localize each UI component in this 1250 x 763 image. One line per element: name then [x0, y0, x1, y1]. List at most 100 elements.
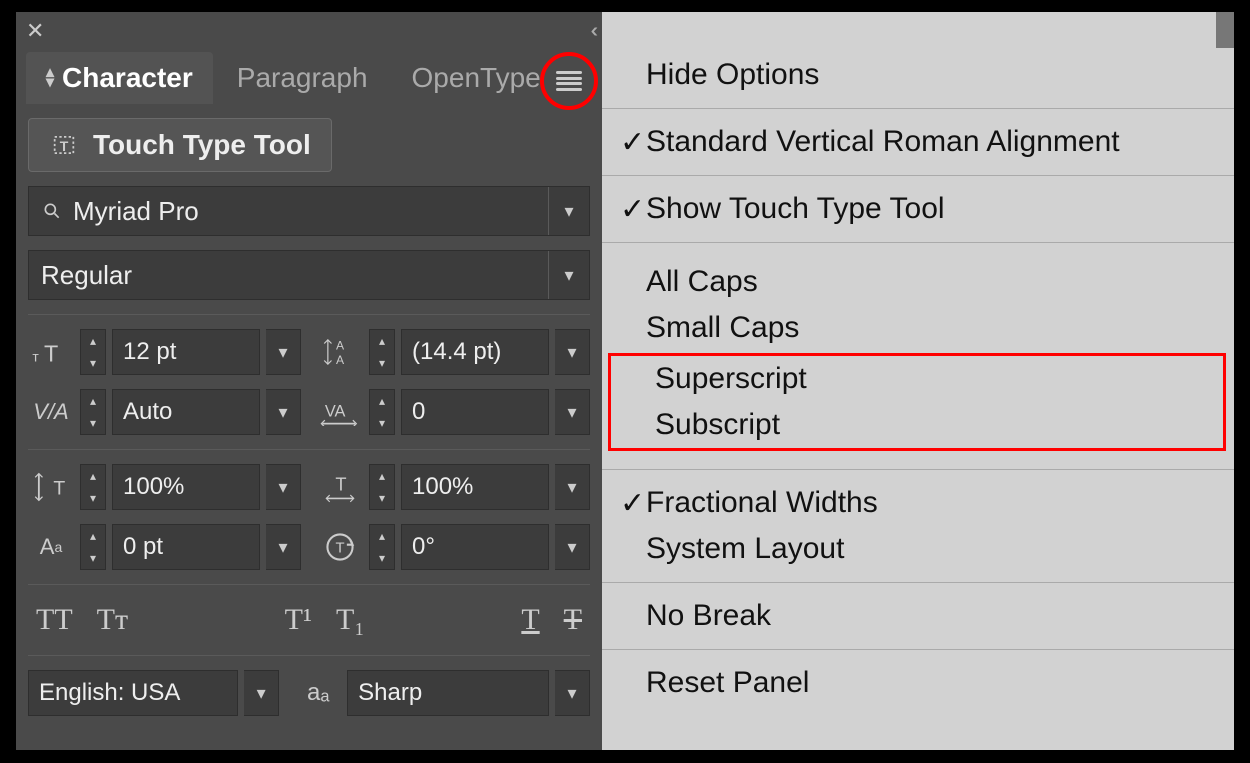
- font-size-stepper[interactable]: ▴▾: [80, 329, 106, 375]
- chevron-down-icon[interactable]: ▾: [555, 670, 590, 716]
- menu-item-all-caps[interactable]: All Caps: [602, 259, 1234, 305]
- menu-separator: [602, 582, 1234, 583]
- svg-text:VA: VA: [325, 403, 346, 421]
- menu-label: Small Caps: [646, 311, 799, 345]
- all-caps-toggle[interactable]: TT: [36, 603, 73, 637]
- vertical-scale-value[interactable]: 100%: [112, 464, 260, 510]
- touch-type-tool-label: Touch Type Tool: [93, 129, 311, 161]
- chevron-down-icon[interactable]: ▾: [555, 329, 590, 375]
- menu-item-superscript[interactable]: Superscript: [611, 356, 1223, 402]
- baseline-shift-stepper[interactable]: ▴▾: [80, 524, 106, 570]
- antialias-dropdown[interactable]: aₐ Sharp ▾: [295, 670, 590, 716]
- touch-type-tool-button[interactable]: T Touch Type Tool: [28, 118, 332, 172]
- horizontal-scale-value[interactable]: 100%: [401, 464, 549, 510]
- highlighted-region: Superscript Subscript: [608, 353, 1226, 451]
- panel-flyout-menu: Hide Options ✓ Standard Vertical Roman A…: [602, 12, 1234, 750]
- chevron-down-icon[interactable]: ▾: [555, 464, 590, 510]
- scrollbar-thumb[interactable]: [1216, 12, 1234, 48]
- font-style-dropdown[interactable]: Regular ▾: [28, 250, 590, 300]
- underline-toggle[interactable]: T: [521, 603, 539, 637]
- horizontal-scale-control: T ▴▾ 100% ▾: [317, 464, 590, 510]
- tab-opentype[interactable]: OpenType: [392, 52, 561, 104]
- kerning-control: V/A ▴▾ Auto ▾: [28, 389, 301, 435]
- leading-icon: A A: [317, 332, 363, 372]
- menu-item-no-break[interactable]: No Break: [602, 593, 1234, 639]
- menu-label: No Break: [646, 599, 771, 633]
- menu-separator: [602, 469, 1234, 470]
- menu-label: Fractional Widths: [646, 486, 878, 520]
- tracking-stepper[interactable]: ▴▾: [369, 389, 395, 435]
- antialias-value: Sharp: [347, 670, 549, 716]
- menu-item-hide-options[interactable]: Hide Options: [602, 52, 1234, 98]
- menu-label: Standard Vertical Roman Alignment: [646, 125, 1120, 159]
- menu-label: Show Touch Type Tool: [646, 192, 945, 226]
- chevron-down-icon[interactable]: ▾: [266, 389, 301, 435]
- menu-label: Hide Options: [646, 58, 819, 92]
- leading-stepper[interactable]: ▴▾: [369, 329, 395, 375]
- font-family-dropdown[interactable]: Myriad Pro ▾: [28, 186, 590, 236]
- search-icon: [41, 196, 63, 226]
- tracking-value[interactable]: 0: [401, 389, 549, 435]
- tab-character[interactable]: ▴▾ Character: [26, 52, 213, 104]
- menu-item-reset-panel[interactable]: Reset Panel: [602, 660, 1234, 706]
- superscript-toggle[interactable]: T¹: [285, 603, 312, 637]
- menu-item-small-caps[interactable]: Small Caps: [602, 305, 1234, 351]
- menu-label: System Layout: [646, 532, 844, 566]
- menu-label: Subscript: [655, 408, 780, 442]
- divider: [28, 449, 590, 450]
- chevron-down-icon[interactable]: ▾: [548, 251, 589, 299]
- chevron-down-icon[interactable]: ▾: [266, 329, 301, 375]
- menu-label: Superscript: [655, 362, 807, 396]
- baseline-shift-icon: Aa: [28, 527, 74, 567]
- panel-menu-icon[interactable]: [556, 71, 582, 91]
- chevron-down-icon[interactable]: ▾: [244, 670, 279, 716]
- divider: [28, 655, 590, 656]
- strikethrough-toggle[interactable]: T: [564, 603, 582, 637]
- menu-item-show-ttt[interactable]: ✓ Show Touch Type Tool: [602, 186, 1234, 232]
- menu-item-system-layout[interactable]: System Layout: [602, 526, 1234, 572]
- subscript-toggle[interactable]: T₁: [336, 603, 365, 637]
- menu-separator: [602, 649, 1234, 650]
- character-panel: ✕ ‹‹ ▴▾ Character Paragraph OpenType: [16, 12, 602, 750]
- check-icon: ✓: [620, 125, 646, 160]
- divider: [28, 314, 590, 315]
- leading-value[interactable]: (14.4 pt): [401, 329, 549, 375]
- vertical-scale-stepper[interactable]: ▴▾: [80, 464, 106, 510]
- menu-label: All Caps: [646, 265, 758, 299]
- chevron-down-icon[interactable]: ▾: [548, 187, 589, 235]
- menu-separator: [602, 242, 1234, 243]
- menu-item-std-vertical[interactable]: ✓ Standard Vertical Roman Alignment: [602, 119, 1234, 165]
- close-icon[interactable]: ✕: [26, 20, 44, 42]
- svg-text:T: T: [44, 340, 58, 366]
- font-size-control: ᴛT ▴▾ 12 pt ▾: [28, 329, 301, 375]
- kerning-value[interactable]: Auto: [112, 389, 260, 435]
- horizontal-scale-stepper[interactable]: ▴▾: [369, 464, 395, 510]
- chevron-down-icon[interactable]: ▾: [266, 464, 301, 510]
- small-caps-toggle[interactable]: Tᴛ: [97, 603, 128, 637]
- tab-paragraph[interactable]: Paragraph: [217, 52, 388, 104]
- collapse-icon[interactable]: ‹‹: [591, 20, 592, 43]
- kerning-stepper[interactable]: ▴▾: [80, 389, 106, 435]
- rotation-value[interactable]: 0°: [401, 524, 549, 570]
- kerning-icon: V/A: [28, 392, 74, 432]
- panel-tabbar: ▴▾ Character Paragraph OpenType: [16, 50, 602, 106]
- svg-text:A: A: [336, 353, 345, 367]
- menu-item-fractional-widths[interactable]: ✓ Fractional Widths: [602, 480, 1234, 526]
- svg-text:T: T: [335, 541, 344, 557]
- chevron-down-icon[interactable]: ▾: [555, 524, 590, 570]
- vertical-scale-control: T ▴▾ 100% ▾: [28, 464, 301, 510]
- chevron-down-icon[interactable]: ▾: [555, 389, 590, 435]
- baseline-shift-value[interactable]: 0 pt: [112, 524, 260, 570]
- tab-label: Character: [62, 62, 193, 94]
- tab-label: OpenType: [412, 62, 541, 94]
- tab-label: Paragraph: [237, 62, 368, 94]
- language-value: English: USA: [28, 670, 238, 716]
- rotation-stepper[interactable]: ▴▾: [369, 524, 395, 570]
- menu-item-subscript[interactable]: Subscript: [611, 402, 1223, 448]
- language-dropdown[interactable]: English: USA ▾: [28, 670, 279, 716]
- font-size-value[interactable]: 12 pt: [112, 329, 260, 375]
- menu-separator: [602, 175, 1234, 176]
- svg-text:T: T: [335, 473, 346, 494]
- font-size-icon: ᴛT: [28, 332, 74, 372]
- chevron-down-icon[interactable]: ▾: [266, 524, 301, 570]
